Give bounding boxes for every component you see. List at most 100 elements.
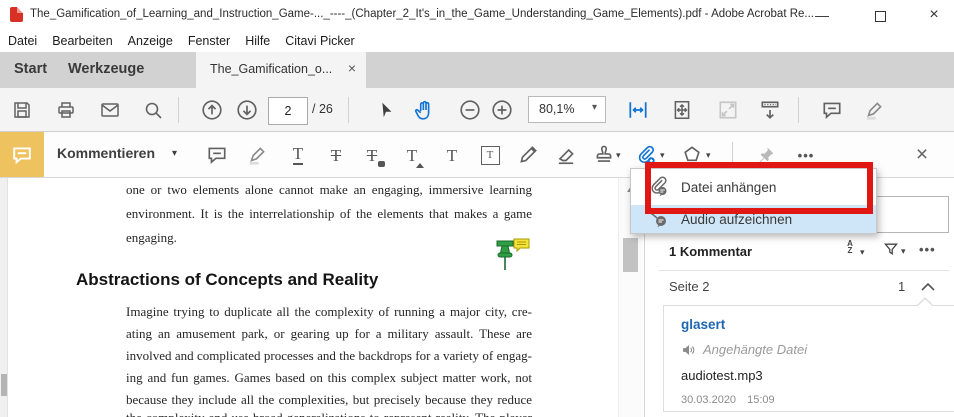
comment-card[interactable]: glasert Angehängte Datei audiotest.mp3 3… bbox=[663, 305, 954, 412]
email-button[interactable] bbox=[96, 96, 124, 124]
pdf-file-icon bbox=[10, 7, 23, 22]
add-text-icon: T bbox=[447, 147, 457, 164]
highlight-tool-button[interactable] bbox=[860, 96, 888, 124]
search-icon bbox=[143, 100, 163, 120]
fit-page-button[interactable] bbox=[668, 96, 696, 124]
pencil-icon bbox=[517, 144, 539, 166]
collapse-section-button[interactable] bbox=[921, 283, 935, 291]
highlighter-icon bbox=[246, 144, 268, 166]
document-text-line: ating an amusement park, or gearing up f… bbox=[126, 326, 532, 344]
comment-timestamp: 30.03.2020 15:09 bbox=[681, 394, 783, 406]
menu-datei[interactable]: Datei bbox=[8, 34, 46, 48]
zoom-level-select[interactable]: 80,1% ▾ bbox=[528, 96, 606, 123]
page-section-label: Seite 2 bbox=[669, 279, 709, 294]
document-text-line: one or two elements alone cannot make an… bbox=[126, 182, 532, 200]
menu-anzeige[interactable]: Anzeige bbox=[128, 34, 182, 48]
toolbar-separator bbox=[348, 97, 349, 123]
sticky-note-button[interactable] bbox=[203, 141, 231, 169]
attached-file-name[interactable]: audiotest.mp3 bbox=[681, 368, 763, 383]
fit-page-icon bbox=[671, 99, 693, 121]
tab-document[interactable]: The_Gamification_o... × bbox=[196, 52, 366, 88]
left-panel-handle[interactable] bbox=[1, 374, 7, 396]
stamp-icon bbox=[593, 144, 615, 166]
zoom-out-button[interactable] bbox=[456, 96, 484, 124]
close-window-button[interactable]: × bbox=[912, 0, 954, 30]
chevron-down-icon[interactable]: ▾ bbox=[660, 150, 665, 161]
page-number-input[interactable] bbox=[268, 97, 308, 125]
maximize-button[interactable] bbox=[858, 0, 902, 30]
replace-text-icon: T bbox=[367, 147, 377, 164]
menu-hilfe[interactable]: Hilfe bbox=[245, 34, 279, 48]
save-button[interactable] bbox=[8, 96, 36, 124]
card-notch bbox=[916, 297, 934, 306]
filter-comments-button[interactable]: ▾ bbox=[883, 241, 911, 261]
fit-width-button[interactable] bbox=[624, 96, 652, 124]
chevron-down-icon: ▾ bbox=[860, 247, 865, 258]
reading-mode-button[interactable] bbox=[756, 96, 784, 124]
email-icon bbox=[100, 100, 120, 120]
close-comment-toolbar-button[interactable]: × bbox=[908, 141, 936, 169]
fullscreen-button[interactable] bbox=[714, 96, 742, 124]
chevron-down-icon[interactable]: ▾ bbox=[616, 150, 621, 161]
scrollbar-thumb[interactable] bbox=[623, 238, 638, 272]
highlighter-icon bbox=[863, 99, 885, 121]
insert-text-icon: T bbox=[407, 147, 417, 164]
tab-bar: Start Werkzeuge The_Gamification_o... × bbox=[0, 52, 954, 88]
zoom-in-button[interactable] bbox=[488, 96, 516, 124]
zoom-out-icon bbox=[459, 99, 481, 121]
select-tool-button[interactable] bbox=[372, 96, 400, 124]
previous-page-button[interactable] bbox=[198, 96, 226, 124]
left-panel-strip[interactable] bbox=[0, 178, 8, 417]
panel-more-button[interactable]: ••• bbox=[919, 242, 936, 257]
fullscreen-icon bbox=[717, 99, 739, 121]
document-text-line: the complexity and use broad generalizat… bbox=[126, 410, 532, 417]
page-up-icon bbox=[201, 99, 223, 121]
underline-text-button[interactable]: T bbox=[284, 141, 312, 169]
menu-bearbeiten[interactable]: Bearbeiten bbox=[52, 34, 121, 48]
search-button[interactable] bbox=[139, 96, 167, 124]
tab-close-icon[interactable]: × bbox=[348, 60, 356, 76]
chevron-down-icon[interactable]: ▾ bbox=[706, 150, 711, 161]
menu-bar: Datei Bearbeiten Anzeige Fenster Hilfe C… bbox=[0, 30, 954, 52]
comment-panel-toggle[interactable] bbox=[0, 132, 44, 177]
add-text-button[interactable]: T bbox=[438, 141, 466, 169]
next-page-button[interactable] bbox=[233, 96, 261, 124]
highlighter-button[interactable] bbox=[243, 141, 271, 169]
sticky-note-icon bbox=[206, 144, 228, 166]
print-button[interactable] bbox=[52, 96, 80, 124]
sort-comments-button[interactable]: A Z ▾ bbox=[845, 240, 871, 262]
stamp-button[interactable] bbox=[590, 141, 618, 169]
main-toolbar: / 26 80,1% ▾ bbox=[0, 88, 954, 132]
red-highlight-annotation bbox=[645, 162, 873, 214]
document-text-line: ing and fun games. Games based on this c… bbox=[126, 370, 532, 388]
funnel-icon bbox=[883, 241, 899, 257]
panel-divider bbox=[659, 270, 949, 271]
eraser-button[interactable] bbox=[552, 141, 580, 169]
comment-type-row: Angehängte Datei bbox=[681, 342, 807, 357]
zoom-level-value: 80,1% bbox=[539, 102, 574, 116]
comment-tool-button[interactable] bbox=[818, 96, 846, 124]
note-annotation-icon[interactable] bbox=[513, 238, 531, 252]
hand-tool-button[interactable] bbox=[410, 96, 438, 124]
replace-text-button[interactable]: T bbox=[358, 141, 386, 169]
strikethrough-text-icon: T bbox=[331, 147, 341, 164]
kommentieren-label[interactable]: Kommentieren bbox=[57, 145, 155, 161]
page-down-icon bbox=[236, 99, 258, 121]
text-box-button[interactable]: T bbox=[476, 141, 504, 169]
replace-text-bubble bbox=[378, 161, 385, 167]
tab-werkzeuge[interactable]: Werkzeuge bbox=[68, 61, 144, 77]
maximize-icon bbox=[875, 11, 886, 22]
comments-header: 1 Kommentar bbox=[669, 244, 752, 259]
strikethrough-text-button[interactable]: T bbox=[322, 141, 350, 169]
chevron-down-icon: ▾ bbox=[172, 148, 177, 159]
zoom-in-icon bbox=[491, 99, 513, 121]
menu-citavi-picker[interactable]: Citavi Picker bbox=[285, 34, 363, 48]
tab-start[interactable]: Start bbox=[14, 61, 47, 77]
hand-tool-icon bbox=[413, 99, 435, 121]
draw-button[interactable] bbox=[514, 141, 542, 169]
minimize-button[interactable]: — bbox=[800, 0, 844, 30]
menu-fenster[interactable]: Fenster bbox=[188, 34, 239, 48]
insert-text-button[interactable]: T bbox=[398, 141, 426, 169]
acrobat-window: The_Gamification_of_Learning_and_Instruc… bbox=[0, 0, 954, 417]
comment-author[interactable]: glasert bbox=[681, 317, 725, 332]
